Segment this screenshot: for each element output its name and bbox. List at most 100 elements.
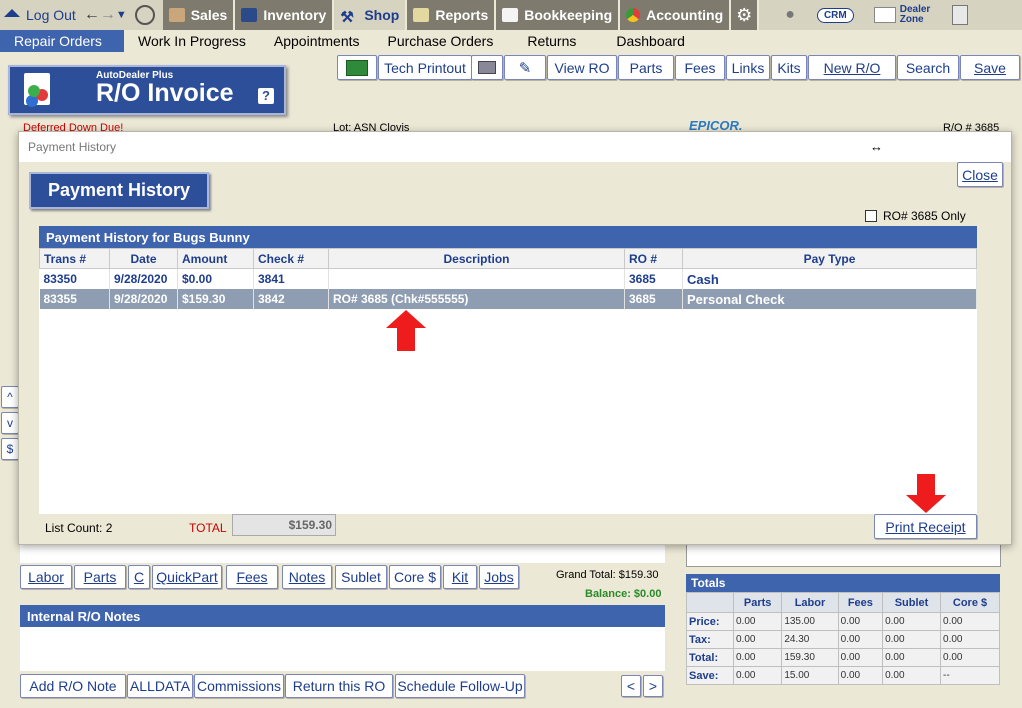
col-check[interactable]: Check #	[253, 248, 329, 269]
top-navigation: Log Out ← → ▼ Sales Inventory ⚒ Shop Report…	[0, 0, 1022, 30]
list-count: List Count: 2	[45, 521, 113, 535]
close-button[interactable]: Close	[957, 162, 1003, 187]
subnav-appointments[interactable]: Appointments	[260, 30, 374, 52]
crm-button[interactable]: CRM	[813, 0, 858, 30]
links-button[interactable]: Links	[726, 55, 770, 80]
totals-col-parts: Parts	[732, 592, 783, 613]
ro-only-checkbox[interactable]	[865, 210, 877, 222]
tech-printout-button[interactable]: Tech Printout	[378, 55, 472, 80]
bottom-tabs: Labor Parts C QuickPart Fees Notes Suble…	[20, 565, 540, 589]
back-forward-nav[interactable]: ← → ▼	[80, 0, 131, 30]
totals-col-fees: Fees	[837, 592, 884, 613]
settings-gear-icon[interactable]: ⚙	[731, 0, 760, 30]
report-chart-icon	[413, 8, 430, 22]
user-face-icon[interactable]	[131, 0, 159, 30]
dealer-zone-icon	[873, 7, 896, 23]
print-button[interactable]	[471, 55, 503, 80]
alldata-button[interactable]: ALLDATA	[127, 674, 193, 698]
table-row[interactable]: 83355 9/28/2020 $159.30 3842 RO# 3685 (C…	[39, 289, 977, 309]
table-row[interactable]: 83350 9/28/2020 $0.00 3841 3685 Cash	[39, 268, 977, 289]
salesperson-icon	[168, 8, 185, 22]
sub-navigation: Repair Orders Work In Progress Appointme…	[0, 30, 1022, 52]
wrench-icon: ⚒	[340, 9, 354, 26]
new-ro-button[interactable]: New R/O	[808, 55, 896, 80]
col-trans[interactable]: Trans #	[39, 248, 110, 269]
tab-jobs[interactable]: Jobs	[479, 565, 519, 589]
scroll-up-button[interactable]: ^	[1, 386, 19, 408]
col-amount[interactable]: Amount	[177, 248, 254, 269]
commissions-button[interactable]: Commissions	[194, 674, 284, 698]
col-description[interactable]: Description	[328, 248, 625, 269]
tab-labor[interactable]: Labor	[20, 565, 72, 589]
dialog-titlebar[interactable]: Payment History ↔	[19, 132, 1011, 162]
spreadsheet-icon	[346, 59, 368, 76]
crm-cloud-icon: CRM	[816, 7, 854, 23]
grand-total: Grand Total: $159.30	[556, 569, 659, 581]
subnav-returns[interactable]: Returns	[507, 30, 590, 52]
tab-quickpart[interactable]: QuickPart	[152, 565, 222, 589]
search-button[interactable]: Search	[897, 55, 959, 80]
chevron-down-icon[interactable]: ▼	[116, 9, 127, 21]
pager-next-button[interactable]: >	[643, 675, 663, 697]
totals-row-total: Total: 0.00 159.30 0.00 0.00 0.00	[686, 648, 1000, 667]
help-icon[interactable]: ?	[258, 88, 274, 104]
tab-inventory[interactable]: Inventory	[235, 0, 335, 30]
back-arrow-icon[interactable]: ←	[84, 6, 100, 24]
save-button[interactable]: Save	[960, 55, 1020, 80]
payments-button[interactable]: $	[1, 438, 19, 460]
parts-button[interactable]: Parts	[618, 55, 674, 80]
schedule-followup-button[interactable]: Schedule Follow-Up	[395, 674, 525, 698]
tab-sublet[interactable]: Sublet	[335, 565, 387, 589]
signature-button[interactable]: ✎	[504, 55, 546, 80]
scroll-down-button[interactable]: v	[1, 412, 19, 434]
kits-button[interactable]: Kits	[771, 55, 807, 80]
payment-table: Trans # Date Amount Check # Description …	[39, 248, 977, 309]
pager-prev-button[interactable]: <	[621, 675, 641, 697]
annotation-arrow-up-stem	[397, 328, 415, 351]
subnav-work-in-progress[interactable]: Work In Progress	[124, 30, 260, 52]
add-ro-note-button[interactable]: Add R/O Note	[20, 674, 126, 698]
tab-parts[interactable]: Parts	[74, 565, 126, 589]
annotation-arrow-down-stem	[917, 474, 935, 495]
ro-invoice-logo: AutoDealer Plus R/O Invoice ?	[8, 65, 286, 115]
subnav-purchase-orders[interactable]: Purchase Orders	[374, 30, 508, 52]
tab-reports[interactable]: Reports	[407, 0, 497, 30]
return-ro-button[interactable]: Return this RO	[285, 674, 393, 698]
car-icon	[241, 8, 258, 22]
annotation-arrow-down	[906, 495, 946, 513]
tab-core[interactable]: Core $	[389, 565, 441, 589]
totals-col-core: Core $	[940, 592, 1000, 613]
tab-bookkeeping[interactable]: Bookkeeping	[496, 0, 621, 30]
total-amount-field: $159.30	[232, 514, 336, 536]
fees-button[interactable]: Fees	[675, 55, 725, 80]
internal-notes-area[interactable]	[20, 627, 665, 671]
calculator-icon[interactable]	[948, 0, 972, 30]
dealer-zone-button[interactable]: Dealer Zone	[870, 0, 935, 30]
tab-c[interactable]: C	[128, 565, 150, 589]
notification-bell-icon[interactable]: ●	[781, 0, 799, 30]
excel-export-button[interactable]	[337, 55, 377, 80]
tab-shop[interactable]: ⚒ Shop	[334, 0, 408, 30]
tab-accounting[interactable]: Accounting	[620, 0, 732, 30]
col-ro[interactable]: RO #	[624, 248, 683, 269]
logo-title: R/O Invoice	[96, 79, 234, 107]
col-paytype[interactable]: Pay Type	[682, 248, 977, 269]
payment-list-panel: Payment History for Bugs Bunny Trans # D…	[39, 226, 977, 514]
tab-sales[interactable]: Sales	[162, 0, 236, 30]
ro-only-checkbox-row[interactable]: RO# 3685 Only	[865, 209, 966, 223]
logout-link[interactable]: Log Out	[0, 0, 80, 30]
tab-kit[interactable]: Kit	[443, 565, 477, 589]
tab-fees[interactable]: Fees	[226, 565, 278, 589]
subnav-dashboard[interactable]: Dashboard	[590, 30, 699, 52]
forward-arrow-icon[interactable]: →	[100, 6, 116, 24]
totals-header: Totals	[686, 574, 1000, 592]
table-header-row: Trans # Date Amount Check # Description …	[39, 248, 977, 269]
totals-table: Parts Labor Fees Sublet Core $ Price: 0.0…	[686, 592, 1000, 685]
tab-notes[interactable]: Notes	[282, 565, 332, 589]
view-ro-button[interactable]: View RO	[547, 55, 617, 80]
col-date[interactable]: Date	[109, 248, 178, 269]
signature-pen-icon: ✎	[518, 59, 532, 77]
print-receipt-button[interactable]: Print Receipt	[874, 514, 977, 539]
subnav-repair-orders[interactable]: Repair Orders	[0, 30, 124, 52]
tab-content-area	[20, 543, 665, 563]
